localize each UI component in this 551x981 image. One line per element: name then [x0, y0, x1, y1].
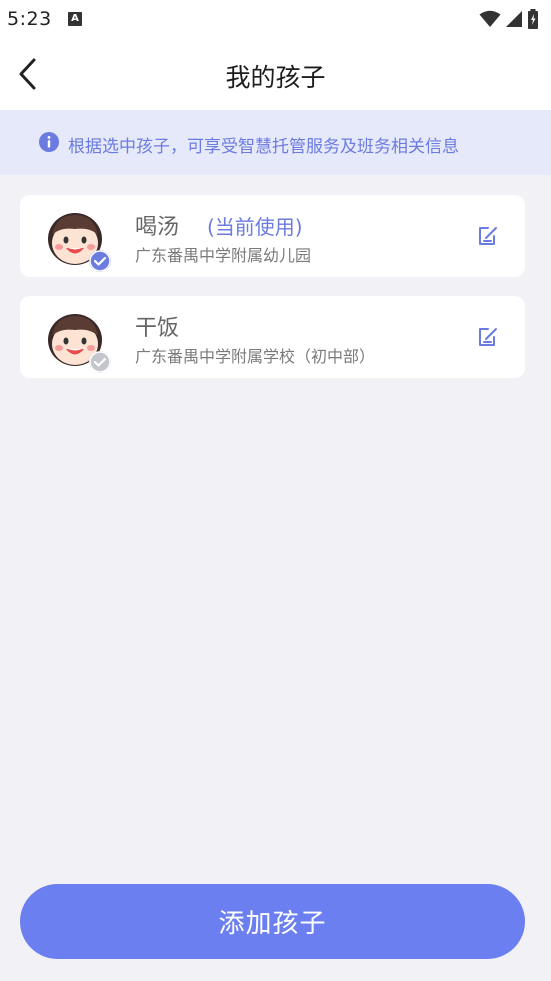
add-child-button[interactable]: 添加孩子 [20, 884, 525, 959]
current-use-tag: (当前使用) [207, 215, 303, 239]
top-navigation-bar: 我的孩子 [0, 40, 551, 110]
school-name: 广东番禺中学附属幼儿园 [135, 246, 312, 265]
edit-icon [479, 227, 497, 245]
edit-button[interactable] [472, 321, 504, 353]
signal-icon [506, 11, 522, 27]
selected-check-icon [89, 250, 111, 272]
school-name: 广东番禺中学附属学校（初中部） [135, 347, 376, 366]
notification-icon: A [68, 12, 82, 26]
page-title: 我的孩子 [225, 63, 326, 92]
battery-icon [528, 9, 538, 29]
edit-icon [479, 328, 497, 346]
info-notice: 根据选中孩子，可享受智慧托管服务及班务相关信息 [0, 110, 551, 175]
unselected-check-icon[interactable] [89, 351, 111, 373]
notice-text: 根据选中孩子，可享受智慧托管服务及班务相关信息 [68, 137, 459, 157]
child-card[interactable]: 喝汤 (当前使用) 广东番禺中学附属幼儿园 [20, 195, 525, 277]
child-name: 干饭 [135, 316, 180, 341]
status-indicators [479, 9, 539, 29]
child-name: 喝汤 [135, 215, 180, 240]
status-time: 5:23 [7, 8, 52, 30]
info-icon [39, 132, 59, 152]
wifi-icon [479, 10, 501, 27]
child-card[interactable]: 干饭 广东番禺中学附属学校（初中部） [20, 296, 525, 378]
status-bar: 5:23 A [0, 0, 551, 40]
edit-button[interactable] [472, 220, 504, 252]
